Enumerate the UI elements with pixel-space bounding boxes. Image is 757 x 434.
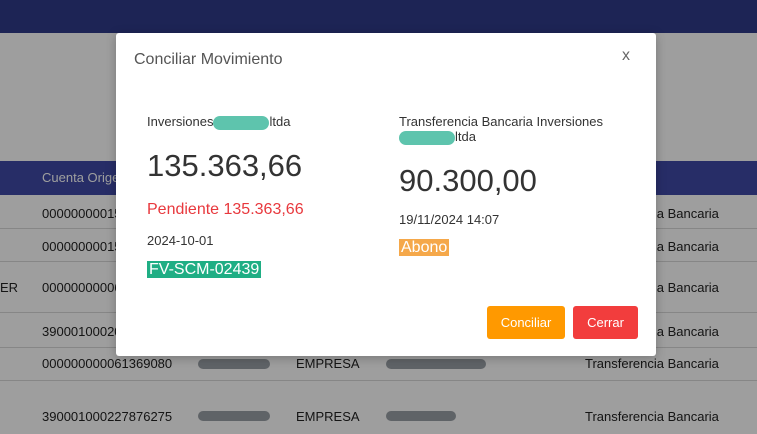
left-entity-name: Inversiones ltda xyxy=(147,114,290,130)
right-entity-line2: ltda xyxy=(399,129,629,145)
type-label: Abono xyxy=(399,239,450,256)
right-amount: 90.300,00 xyxy=(399,163,537,198)
cerrar-button[interactable]: Cerrar xyxy=(573,306,638,339)
left-date: 2024-10-01 xyxy=(147,233,214,248)
close-icon[interactable]: x xyxy=(622,47,630,65)
pending-amount: Pendiente 135.363,66 xyxy=(147,201,304,218)
modal-title: Conciliar Movimiento xyxy=(134,51,283,68)
right-entity-line1: Transferencia Bancaria Inversiones xyxy=(399,114,604,129)
right-datetime: 19/11/2024 14:07 xyxy=(399,212,500,227)
left-entity-suffix: ltda xyxy=(269,114,291,129)
reference-badge: FV-SCM-02439 xyxy=(147,261,262,279)
reference-label: FV-SCM-02439 xyxy=(147,261,262,278)
right-entity-suffix: ltda xyxy=(455,129,476,144)
left-entity-prefix: Inversiones xyxy=(147,114,214,129)
right-entity-name: Transferencia Bancaria Inversiones ltda xyxy=(399,114,629,145)
masked-name-redaction xyxy=(213,115,270,130)
type-badge: Abono xyxy=(399,239,450,257)
conciliar-button[interactable]: Conciliar xyxy=(487,306,565,339)
masked-name-redaction xyxy=(399,130,455,145)
left-amount: 135.363,66 xyxy=(147,148,303,183)
conciliar-modal: Conciliar Movimiento x Inversiones ltda 1… xyxy=(116,33,656,356)
